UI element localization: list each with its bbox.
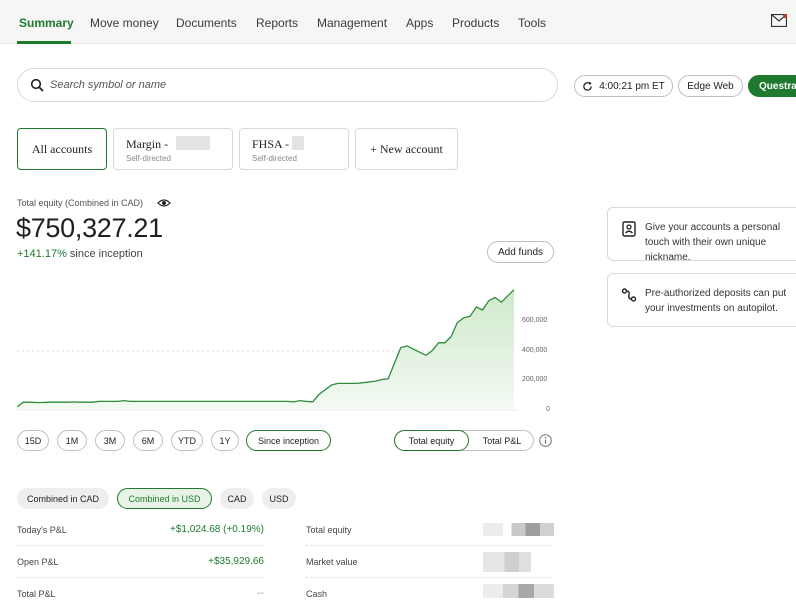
transfer-icon [621,288,637,302]
questrade-button[interactable]: Questrade [748,75,796,97]
chip-cad[interactable]: CAD [220,488,254,509]
deposit-tip-card[interactable]: Pre-authorized deposits can put your inv… [607,273,796,327]
range-3m[interactable]: 3M [95,430,125,451]
chip-usd[interactable]: USD [262,488,296,509]
total-pl-value: -- [257,588,264,599]
margin-account-card[interactable]: Margin - Self-directed [113,128,233,170]
search-bar[interactable] [17,68,558,102]
total-equity-stat-label: Total equity [306,525,352,535]
range-15d[interactable]: 15D [17,430,49,451]
nickname-tip-card[interactable]: Give your accounts a personal touch with… [607,207,796,263]
y-tick-0: 0 [546,406,550,413]
nav-apps[interactable]: Apps [406,16,433,30]
row-divider [17,577,264,578]
nav-summary[interactable]: Summary [19,16,74,30]
redacted-market-value [483,552,531,572]
redacted-account-number [292,136,304,150]
todays-pl-value: +$1,024.68 (+0.19%) [170,524,264,535]
refresh-time-button[interactable]: 4:00:21 pm ET [574,75,673,97]
top-navigation: Summary Move money Documents Reports Man… [0,0,796,44]
redacted-account-number [176,136,210,150]
redacted-total-equity [483,523,554,536]
total-equity-value: $750,327.21 [16,213,163,243]
range-1y[interactable]: 1Y [211,430,239,451]
chart-area [17,289,514,410]
y-tick-400k: 400,000 [522,347,548,354]
margin-account-name: Margin - [126,137,169,151]
equity-change-suffix: since inception [69,248,143,260]
all-accounts-card[interactable]: All accounts [17,128,107,170]
range-since-inception[interactable]: Since inception [246,430,331,451]
view-toggle: Total equity Total P&L [394,430,534,451]
row-divider [17,545,264,546]
nav-products[interactable]: Products [452,16,499,30]
fhsa-account-type: Self-directed [252,154,297,163]
edge-web-button[interactable]: Edge Web [678,75,743,97]
fhsa-account-name: FHSA - [252,137,290,151]
redacted-cash [483,584,554,598]
chip-combined-cad[interactable]: Combined in CAD [17,488,109,509]
nav-documents[interactable]: Documents [176,16,237,30]
equity-change-percent: +141.17% [17,248,67,260]
y-tick-600k: 600,000 [522,317,548,324]
equity-change: +141.17% since inception [17,248,143,260]
fhsa-account-card[interactable]: FHSA - Self-directed [239,128,349,170]
mail-icon[interactable] [771,14,787,27]
equity-chart [17,289,517,411]
search-icon [30,78,44,92]
chip-combined-usd[interactable]: Combined in USD [117,488,212,509]
range-ytd[interactable]: YTD [171,430,203,451]
toggle-total-equity[interactable]: Total equity [394,430,469,451]
deposit-tip-text: Pre-authorized deposits can put your inv… [645,288,787,314]
nav-reports[interactable]: Reports [256,16,298,30]
total-equity-label: Total equity (Combined in CAD) [17,198,144,208]
add-funds-button[interactable]: Add funds [487,241,554,263]
nav-tools[interactable]: Tools [518,16,546,30]
range-6m[interactable]: 6M [133,430,163,451]
range-1m[interactable]: 1M [57,430,87,451]
market-time: 4:00:21 pm ET [599,80,665,92]
row-divider [306,577,554,578]
y-tick-200k: 200,000 [522,376,548,383]
toggle-total-pl[interactable]: Total P&L [471,431,533,450]
cash-label: Cash [306,589,328,599]
open-pl-label: Open P&L [17,557,59,567]
search-input[interactable] [50,76,530,94]
open-pl-value: +$35,929.66 [208,556,264,567]
nickname-tip-text: Give your accounts a personal touch with… [645,222,781,263]
new-account-button[interactable]: + New account [355,128,458,170]
row-divider [306,545,554,546]
id-card-icon [622,221,636,237]
nav-move-money[interactable]: Move money [90,16,159,30]
active-tab-indicator [17,41,71,44]
margin-account-type: Self-directed [126,154,171,163]
todays-pl-label: Today's P&L [17,525,67,535]
eye-icon[interactable] [157,198,171,208]
info-icon[interactable] [539,434,552,447]
total-pl-label: Total P&L [17,589,56,599]
refresh-icon [583,81,593,91]
market-value-label: Market value [306,557,358,567]
nav-management[interactable]: Management [317,16,387,30]
